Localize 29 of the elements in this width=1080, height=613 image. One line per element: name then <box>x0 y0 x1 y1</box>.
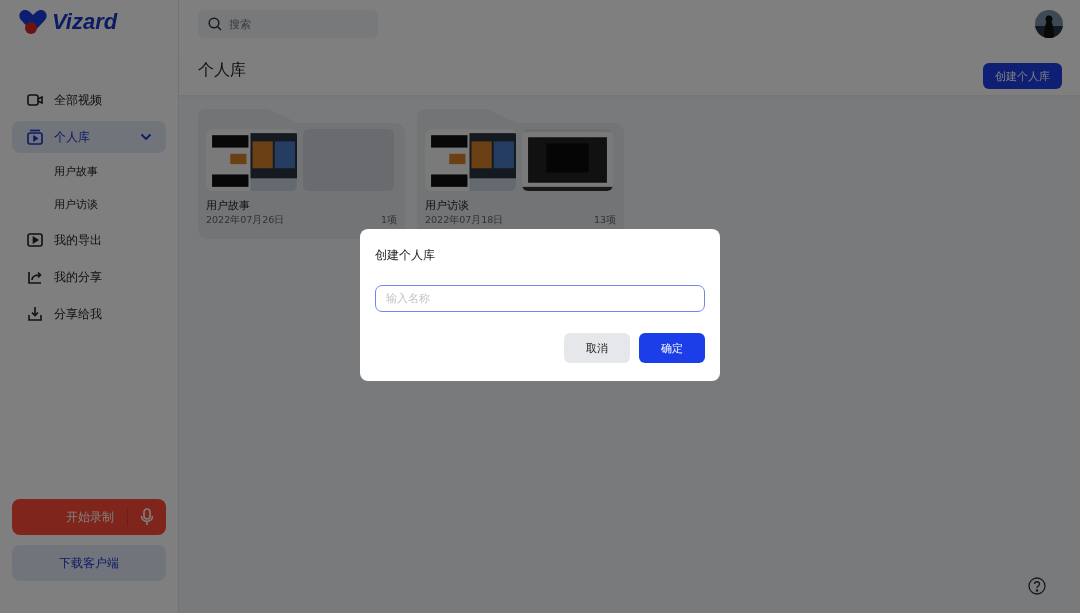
dialog-title: 创建个人库 <box>375 247 436 264</box>
search-icon <box>208 17 222 31</box>
create-library-button[interactable]: 创建个人库 <box>983 63 1062 89</box>
sidebar-item[interactable]: 分享给我 <box>12 298 166 330</box>
heart-logo-icon <box>18 9 48 35</box>
video-camera-icon <box>26 91 44 109</box>
sidebar-item[interactable]: 我的导出 <box>12 224 166 256</box>
folder-name: 用户故事 <box>206 198 251 213</box>
sidebar-item[interactable]: 我的分享 <box>12 261 166 293</box>
cancel-button[interactable]: 取消 <box>564 333 630 363</box>
download-client-button[interactable]: 下载客户端 <box>12 545 166 581</box>
play-icon <box>26 231 44 249</box>
sidebar-item[interactable]: 个人库 <box>12 121 166 153</box>
logo-text: Vizard <box>52 9 118 35</box>
sidebar-item[interactable]: 全部视频 <box>12 84 166 116</box>
record-button[interactable]: 开始录制 <box>12 499 166 535</box>
avatar[interactable] <box>1035 10 1063 38</box>
search-field[interactable]: 搜索 <box>198 10 378 38</box>
page-title: 个人库 <box>198 60 246 81</box>
help-icon[interactable] <box>1026 575 1048 597</box>
folder-name: 用户访谈 <box>425 198 470 213</box>
download-icon <box>26 305 44 323</box>
microphone-icon <box>140 508 154 526</box>
sidebar-subitem[interactable]: 用户访谈 <box>12 191 166 219</box>
confirm-button[interactable]: 确定 <box>639 333 705 363</box>
item-count: 1项 <box>380 214 397 227</box>
sidebar-subitem[interactable]: 用户故事 <box>12 158 166 186</box>
library-icon <box>26 128 44 146</box>
item-count: 13项 <box>593 214 616 227</box>
